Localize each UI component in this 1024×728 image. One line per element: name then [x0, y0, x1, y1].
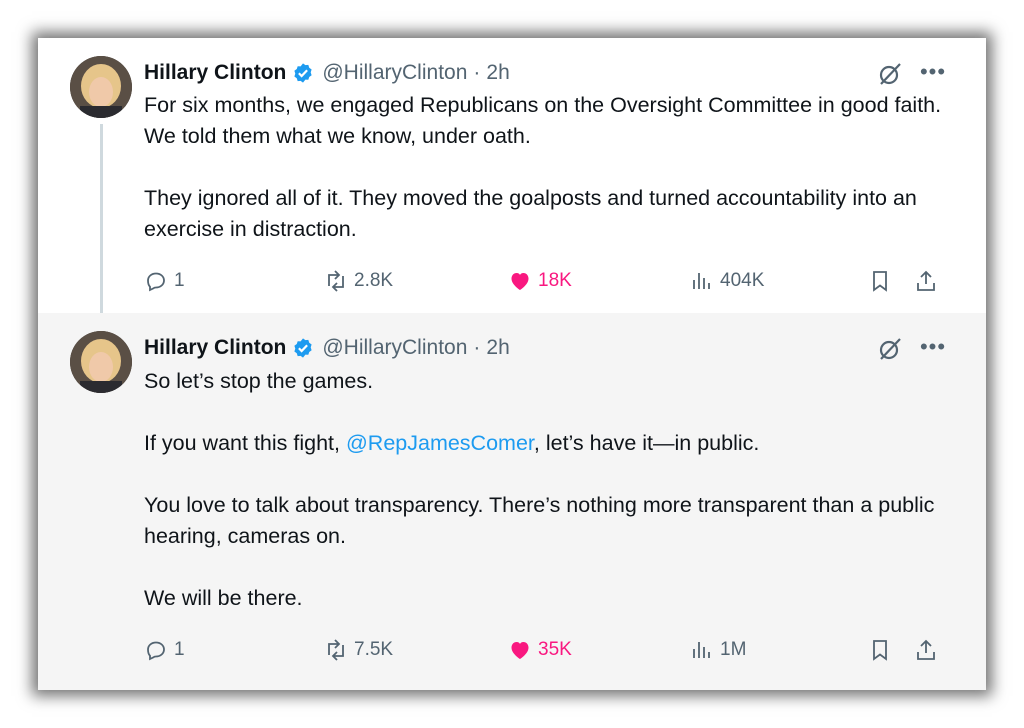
text-segment: , let’s have it—in public. [533, 431, 760, 455]
like-button[interactable]: 35K [508, 634, 572, 666]
more-icon[interactable]: ••• [918, 335, 948, 363]
reply-count: 1 [174, 639, 185, 660]
tweet-paragraph: You love to talk about transparency. The… [144, 493, 935, 548]
timestamp[interactable]: 2h [486, 61, 509, 85]
tweet-paragraph: We will be there. [144, 586, 303, 610]
grok-icon[interactable] [876, 60, 904, 88]
tweet-paragraph: If you want this fight, @RepJamesComer, … [144, 428, 954, 459]
tweet-paragraph: They ignored all of it. They moved the g… [144, 186, 917, 241]
tweet-paragraph: For six months, we engaged Republicans o… [144, 93, 942, 148]
thread-connector-line [100, 124, 103, 316]
tweet-1[interactable]: Hillary Clinton @HillaryClinton · 2h •••… [38, 38, 986, 316]
share-button[interactable] [914, 634, 944, 666]
verified-badge-icon [292, 62, 314, 84]
tweet-header: Hillary Clinton @HillaryClinton · 2h [144, 58, 510, 88]
more-icon[interactable]: ••• [918, 60, 948, 88]
reply-button[interactable]: 1 [144, 265, 185, 297]
tweet-text: For six months, we engaged Republicans o… [144, 90, 954, 245]
like-icon [511, 273, 529, 290]
author-handle[interactable]: @HillaryClinton [322, 61, 467, 85]
author-name[interactable]: Hillary Clinton [144, 336, 286, 360]
repost-button[interactable]: 2.8K [324, 265, 393, 297]
bookmark-button[interactable] [868, 634, 898, 666]
like-count: 35K [538, 639, 572, 660]
reply-icon [147, 272, 165, 292]
tweet-text: So let’s stop the games. If you want thi… [144, 366, 954, 614]
tweet-thread-card: Hillary Clinton @HillaryClinton · 2h •••… [38, 38, 986, 690]
timestamp[interactable]: 2h [486, 336, 509, 360]
bookmark-button[interactable] [868, 265, 898, 297]
text-segment: If you want this fight, [144, 431, 346, 455]
tweet-actions: 1 2.8K 18K 404K [144, 265, 956, 297]
tweet-header: Hillary Clinton @HillaryClinton · 2h [144, 333, 510, 363]
views-button[interactable]: 1M [690, 634, 746, 666]
mention-link[interactable]: @RepJamesComer [346, 431, 534, 455]
reply-count: 1 [174, 270, 185, 291]
repost-count: 2.8K [354, 270, 394, 291]
tweet-2[interactable]: Hillary Clinton @HillaryClinton · 2h •••… [38, 313, 986, 690]
author-handle[interactable]: @HillaryClinton [322, 336, 467, 360]
reply-icon [147, 641, 165, 661]
reply-button[interactable]: 1 [144, 634, 185, 666]
author-name[interactable]: Hillary Clinton [144, 61, 286, 85]
views-button[interactable]: 404K [690, 265, 764, 297]
repost-count: 7.5K [354, 639, 394, 660]
tweet-actions: 1 7.5K 35K 1M [144, 634, 956, 666]
grok-icon[interactable] [876, 335, 904, 363]
separator-dot: · [473, 61, 481, 84]
separator-dot: · [473, 336, 481, 359]
tweet-paragraph: So let’s stop the games. [144, 369, 374, 393]
avatar[interactable] [70, 331, 132, 393]
views-icon [693, 642, 710, 658]
views-count: 1M [720, 639, 747, 660]
repost-button[interactable]: 7.5K [324, 634, 393, 666]
share-button[interactable] [914, 265, 944, 297]
verified-badge-icon [292, 337, 314, 359]
repost-icon [328, 270, 344, 292]
share-icon [917, 639, 935, 660]
bookmark-icon [873, 271, 887, 292]
like-button[interactable]: 18K [508, 265, 572, 297]
repost-icon [328, 639, 344, 661]
avatar[interactable] [70, 56, 132, 118]
views-count: 404K [720, 270, 765, 291]
bookmark-icon [873, 640, 887, 661]
like-count: 18K [538, 270, 572, 291]
share-icon [917, 270, 935, 291]
like-icon [511, 642, 529, 659]
views-icon [693, 273, 710, 289]
